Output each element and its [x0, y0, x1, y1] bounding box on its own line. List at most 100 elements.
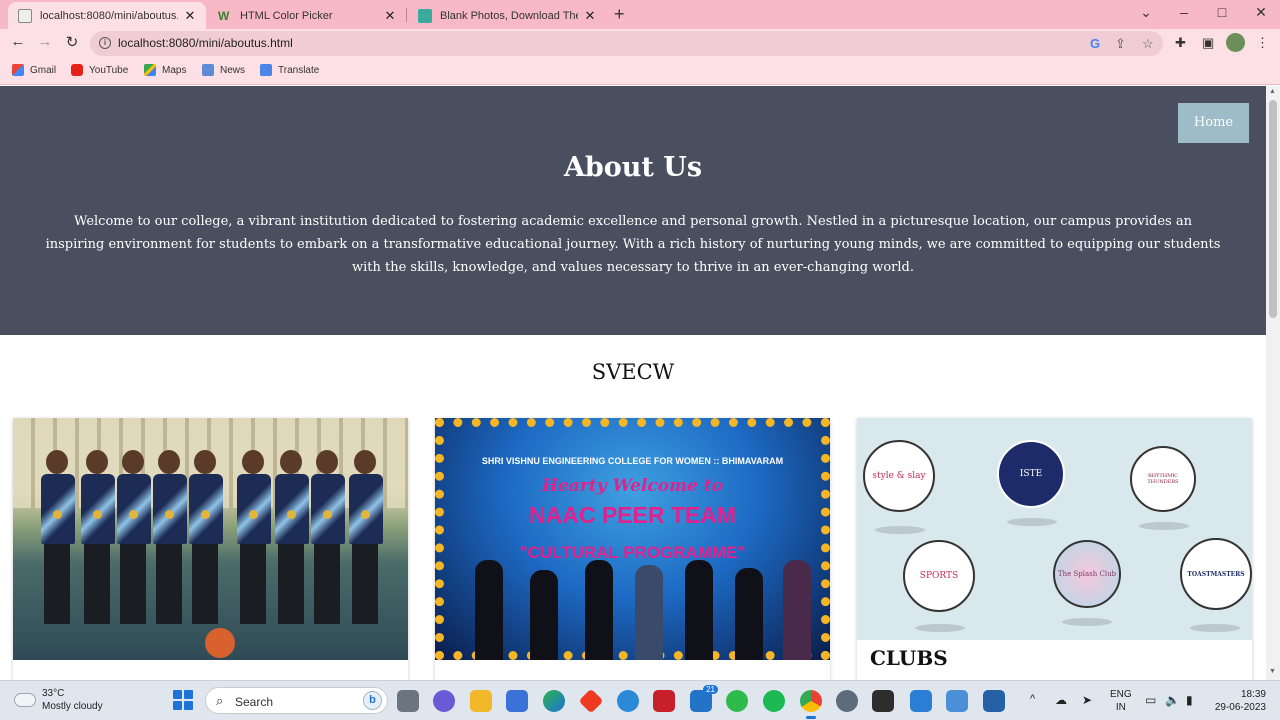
bookmark-gmail[interactable]: Gmail: [12, 64, 56, 76]
profile-avatar[interactable]: [1226, 33, 1245, 52]
maximize-icon[interactable]: □: [1212, 4, 1232, 20]
minimize-icon[interactable]: –: [1174, 4, 1194, 20]
bookmark-label: Maps: [162, 64, 187, 76]
tab-search-icon[interactable]: ⌄: [1136, 4, 1156, 21]
player-figure: [117, 450, 151, 640]
dancer-figure: [585, 560, 613, 660]
cultural-programme-photo: SHRI VISHNU ENGINEERING COLLEGE FOR WOME…: [435, 418, 830, 660]
snipping-tool-icon[interactable]: [983, 690, 1005, 712]
close-icon[interactable]: ✕: [384, 8, 396, 24]
tab-title: Blank Photos, Download The BES: [440, 9, 578, 22]
chrome-icon[interactable]: [800, 690, 822, 719]
news-icon: [202, 64, 214, 76]
location-icon[interactable]: ➤: [1082, 693, 1092, 707]
side-panel-icon[interactable]: ▣: [1202, 35, 1214, 51]
section-title: SVECW: [591, 360, 675, 384]
url-text[interactable]: localhost:8080/mini/aboutus.html: [118, 36, 293, 50]
tab-strip: localhost:8080/mini/aboutus.html ✕ W HTM…: [0, 0, 1280, 29]
address-bar[interactable]: i localhost:8080/mini/aboutus.html G ⇪ ☆: [90, 31, 1163, 56]
dancer-figure: [735, 568, 763, 660]
weather-desc: Mostly cloudy: [42, 701, 103, 712]
bookmark-maps[interactable]: Maps: [144, 64, 186, 76]
card-caption: CLUBS: [870, 646, 948, 670]
bookmark-label: Gmail: [30, 64, 57, 76]
basketball: [205, 628, 235, 658]
share-icon[interactable]: ⇪: [1115, 36, 1126, 52]
iste-logo: ISTE: [997, 440, 1065, 508]
card-cultural: SHRI VISHNU ENGINEERING COLLEGE FOR WOME…: [435, 418, 830, 680]
bookmark-translate[interactable]: Translate: [260, 64, 319, 76]
terminal-icon[interactable]: [872, 690, 894, 712]
start-button[interactable]: [173, 690, 193, 710]
mcafee-icon[interactable]: [653, 690, 675, 712]
pngtree-icon: [418, 8, 432, 23]
new-tab-button[interactable]: +: [614, 4, 625, 25]
sports-club-logo: SPORTS: [903, 540, 975, 612]
bing-icon[interactable]: b: [363, 691, 382, 710]
about-text: Welcome to our college, a vibrant instit…: [45, 214, 1221, 275]
onedrive-icon[interactable]: ☁: [1055, 693, 1067, 707]
lang-line2: IN: [1115, 702, 1126, 713]
taskbar: 33°C Mostly cloudy ⌕ Search b 21 ^ ☁ ➤ E…: [0, 680, 1280, 720]
vscode-icon[interactable]: [910, 690, 932, 712]
tab-color-picker[interactable]: W HTML Color Picker ✕: [208, 2, 406, 29]
language-indicator[interactable]: ENG IN: [1110, 688, 1132, 714]
close-icon[interactable]: ✕: [184, 8, 196, 24]
battery-icon[interactable]: ▮: [1186, 693, 1193, 707]
page-scrollbar[interactable]: ▲ ▼: [1266, 86, 1280, 680]
w3schools-icon: W: [218, 8, 230, 23]
scroll-down-icon[interactable]: ▼: [1269, 668, 1276, 675]
web-page: Home About Us Welcome to our college, a …: [0, 86, 1266, 680]
bookmark-news[interactable]: News: [202, 64, 245, 76]
reload-icon[interactable]: ↻: [62, 33, 82, 51]
tab-blank-photos[interactable]: Blank Photos, Download The BES ✕: [408, 2, 606, 29]
player-figure: [41, 450, 75, 640]
news-app-icon[interactable]: 21: [690, 685, 718, 712]
logo-shadow: [875, 526, 925, 534]
teams-chat-icon[interactable]: [433, 690, 455, 712]
network-icon[interactable]: ▭: [1145, 693, 1156, 707]
dancer-figure: [783, 560, 811, 660]
menu-icon[interactable]: ⋮: [1256, 35, 1269, 51]
page-icon: [18, 8, 32, 23]
extensions-icon[interactable]: ✚: [1175, 35, 1186, 51]
banner-welcome: Hearty Welcome to: [541, 476, 724, 496]
logo-shadow: [1139, 522, 1189, 530]
whatsapp-icon[interactable]: [726, 690, 748, 712]
player-figure: [349, 450, 383, 640]
close-icon[interactable]: ✕: [584, 8, 596, 24]
notepad-icon[interactable]: [946, 690, 968, 712]
tab-aboutus[interactable]: localhost:8080/mini/aboutus.html ✕: [8, 2, 206, 29]
player-figure: [153, 450, 187, 640]
window-close-icon[interactable]: ✕: [1251, 4, 1271, 21]
bookmark-label: News: [220, 64, 246, 76]
git-icon[interactable]: [578, 688, 604, 714]
scroll-thumb[interactable]: [1269, 100, 1277, 318]
file-explorer-icon[interactable]: [470, 690, 492, 712]
home-button[interactable]: Home: [1178, 103, 1249, 143]
weather-widget[interactable]: 33°C Mostly cloudy: [11, 687, 103, 713]
clock[interactable]: 18:39 29-06-2023: [1208, 688, 1266, 714]
settings-gear-icon[interactable]: [836, 690, 858, 712]
bookmark-youtube[interactable]: YouTube: [71, 64, 128, 76]
google-icon[interactable]: G: [1090, 36, 1100, 51]
translate-icon: [260, 64, 272, 76]
back-icon[interactable]: ←: [8, 33, 28, 50]
notification-badge: 21: [703, 685, 718, 694]
bookmark-label: YouTube: [89, 64, 129, 76]
maps-icon: [144, 64, 156, 76]
store-icon[interactable]: [506, 690, 528, 712]
taskbar-search[interactable]: ⌕ Search b: [205, 687, 388, 714]
task-view-icon[interactable]: [397, 690, 419, 712]
tray-overflow-icon[interactable]: ^: [1030, 693, 1035, 705]
bookmark-star-icon[interactable]: ☆: [1142, 36, 1154, 52]
scroll-up-icon[interactable]: ▲: [1269, 88, 1276, 95]
help-icon[interactable]: [617, 690, 639, 712]
clock-time: 18:39: [1240, 689, 1266, 700]
site-info-icon[interactable]: i: [99, 37, 111, 49]
forward-icon[interactable]: →: [35, 33, 55, 50]
volume-icon[interactable]: 🔈: [1165, 693, 1180, 707]
splash-club-logo: The Splash Club: [1053, 540, 1121, 608]
edge-icon[interactable]: [543, 690, 565, 712]
spotify-icon[interactable]: [763, 690, 785, 712]
